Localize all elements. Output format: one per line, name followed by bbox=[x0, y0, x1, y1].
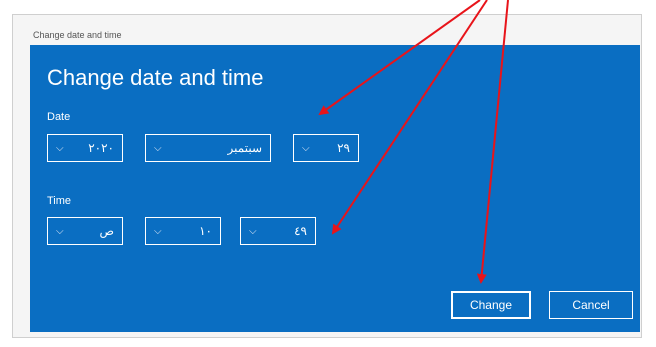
chevron-down-icon: ⌵ bbox=[154, 225, 162, 237]
chevron-down-icon: ⌵ bbox=[56, 142, 64, 154]
period-dropdown[interactable]: ⌵ ص bbox=[47, 217, 123, 245]
chevron-down-icon: ⌵ bbox=[56, 225, 64, 237]
year-value: ٢٠٢٠ bbox=[88, 141, 114, 155]
year-dropdown[interactable]: ⌵ ٢٠٢٠ bbox=[47, 134, 123, 162]
minute-value: ٤٩ bbox=[294, 224, 307, 238]
day-dropdown[interactable]: ⌵ ٢٩ bbox=[293, 134, 359, 162]
date-time-panel: Change date and time Date ⌵ ٢٠٢٠ ⌵ سبتمب… bbox=[30, 45, 640, 332]
time-label: Time bbox=[47, 195, 72, 207]
cancel-button[interactable]: Cancel bbox=[549, 291, 633, 319]
change-button[interactable]: Change bbox=[451, 291, 531, 319]
date-label: Date bbox=[47, 111, 71, 123]
month-value: سبتمبر bbox=[227, 141, 262, 155]
window-title: Change date and time bbox=[33, 30, 122, 40]
chevron-down-icon: ⌵ bbox=[302, 142, 310, 154]
day-value: ٢٩ bbox=[337, 141, 350, 155]
panel-heading: Change date and time bbox=[47, 65, 264, 90]
chevron-down-icon: ⌵ bbox=[249, 225, 257, 237]
period-value: ص bbox=[99, 224, 114, 238]
hour-value: ١٠ bbox=[199, 224, 212, 238]
chevron-down-icon: ⌵ bbox=[154, 142, 162, 154]
hour-dropdown[interactable]: ⌵ ١٠ bbox=[145, 217, 221, 245]
minute-dropdown[interactable]: ⌵ ٤٩ bbox=[240, 217, 316, 245]
month-dropdown[interactable]: ⌵ سبتمبر bbox=[145, 134, 271, 162]
